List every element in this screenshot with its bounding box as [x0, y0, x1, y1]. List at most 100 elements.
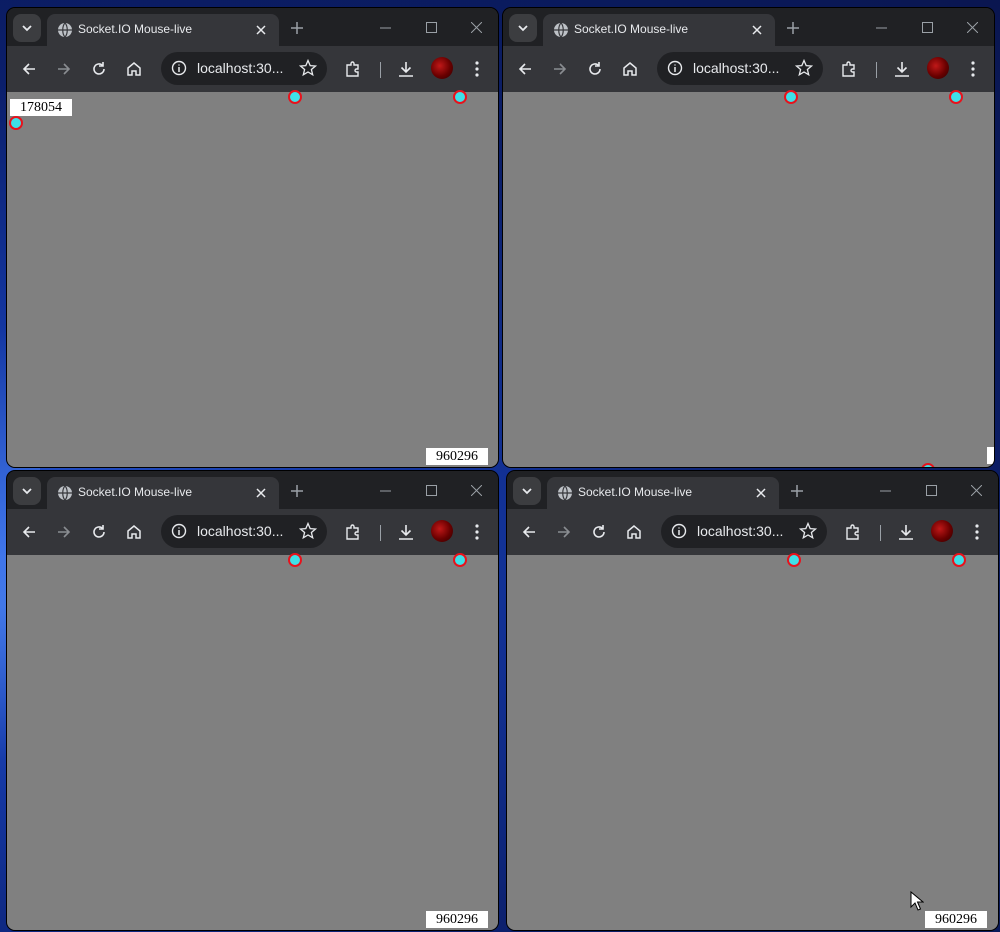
page-canvas[interactable]: 178054 960296 [7, 90, 498, 467]
reload-button[interactable] [584, 58, 606, 80]
address-bar[interactable]: localhost:30... [161, 52, 327, 85]
forward-icon [58, 63, 71, 75]
info-icon[interactable] [171, 60, 187, 76]
back-button[interactable] [514, 58, 536, 80]
close-icon [752, 25, 762, 35]
plus-icon [291, 22, 303, 34]
back-button[interactable] [18, 521, 40, 543]
star-icon[interactable] [299, 522, 317, 540]
info-icon[interactable] [171, 523, 187, 539]
downloads-button[interactable] [895, 521, 917, 543]
browser-toolbar: localhost:30... [507, 509, 998, 555]
address-bar[interactable]: localhost:30... [661, 515, 827, 548]
tab-title: Socket.IO Mouse-live [574, 22, 689, 36]
close-icon [470, 484, 482, 496]
home-button[interactable] [123, 58, 145, 80]
downloads-button[interactable] [891, 58, 913, 80]
profile-avatar[interactable] [927, 57, 949, 79]
browser-tab[interactable]: Socket.IO Mouse-live [547, 477, 779, 509]
new-tab-button[interactable] [783, 18, 803, 38]
close-icon [256, 488, 266, 498]
back-button[interactable] [18, 58, 40, 80]
browser-tab[interactable]: Socket.IO Mouse-live [47, 477, 279, 509]
browser-tab[interactable]: Socket.IO Mouse-live [543, 14, 775, 46]
maximize-button[interactable] [920, 480, 942, 500]
maximize-button[interactable] [420, 480, 442, 500]
tab-search-button[interactable] [513, 477, 541, 505]
browser-menu-button[interactable] [466, 58, 488, 80]
toolbar-divider [876, 62, 877, 78]
reload-button[interactable] [588, 521, 610, 543]
back-icon [522, 526, 535, 538]
home-button[interactable] [623, 521, 645, 543]
info-icon[interactable] [671, 523, 687, 539]
reload-icon [593, 525, 605, 538]
home-button[interactable] [619, 58, 641, 80]
reload-button[interactable] [88, 521, 110, 543]
page-canvas[interactable] [503, 90, 994, 467]
minimize-button[interactable] [874, 480, 896, 500]
profile-avatar[interactable] [431, 57, 453, 79]
profile-avatar[interactable] [931, 520, 953, 542]
browser-tab[interactable]: Socket.IO Mouse-live [47, 14, 279, 46]
address-bar[interactable]: localhost:30... [161, 515, 327, 548]
maximize-icon [925, 484, 937, 496]
chevron-down-icon [22, 25, 32, 32]
minimize-button[interactable] [374, 17, 396, 37]
mouse-cursor-icon [910, 891, 924, 911]
maximize-button[interactable] [420, 17, 442, 37]
minimize-button[interactable] [870, 17, 892, 37]
maximize-button[interactable] [916, 17, 938, 37]
close-tab-button[interactable] [747, 20, 767, 40]
star-icon[interactable] [299, 59, 317, 77]
close-tab-button[interactable] [251, 20, 271, 40]
star-icon[interactable] [795, 59, 813, 77]
home-icon [127, 62, 141, 76]
plus-icon [791, 485, 803, 497]
minimize-button[interactable] [374, 480, 396, 500]
tab-search-button[interactable] [509, 14, 537, 42]
url-text: localhost:30... [197, 523, 284, 539]
close-window-button[interactable] [961, 17, 983, 37]
forward-button[interactable] [549, 58, 571, 80]
downloads-button[interactable] [395, 521, 417, 543]
info-icon[interactable] [667, 60, 683, 76]
close-tab-button[interactable] [251, 483, 271, 503]
page-canvas[interactable]: 960296 [507, 553, 998, 930]
forward-button[interactable] [53, 521, 75, 543]
close-window-button[interactable] [465, 17, 487, 37]
star-icon[interactable] [799, 522, 817, 540]
profile-avatar[interactable] [431, 520, 453, 542]
extensions-button[interactable] [342, 521, 364, 543]
kebab-menu-icon [975, 524, 979, 540]
counter-bottom-right: 960296 [426, 448, 488, 465]
reload-button[interactable] [88, 58, 110, 80]
download-icon [399, 525, 413, 540]
download-icon [899, 525, 913, 540]
close-window-button[interactable] [965, 480, 987, 500]
downloads-button[interactable] [395, 58, 417, 80]
browser-menu-button[interactable] [962, 58, 984, 80]
address-bar[interactable]: localhost:30... [657, 52, 823, 85]
extensions-button[interactable] [842, 521, 864, 543]
toolbar-divider [380, 525, 381, 541]
tab-search-button[interactable] [13, 14, 41, 42]
new-tab-button[interactable] [787, 481, 807, 501]
forward-button[interactable] [53, 58, 75, 80]
close-tab-button[interactable] [751, 483, 771, 503]
new-tab-button[interactable] [287, 18, 307, 38]
browser-menu-button[interactable] [466, 521, 488, 543]
browser-menu-button[interactable] [966, 521, 988, 543]
extensions-button[interactable] [342, 58, 364, 80]
browser-window-top-right: Socket.IO Mouse-live localhost:30... [503, 8, 994, 467]
new-tab-button[interactable] [287, 481, 307, 501]
page-canvas[interactable]: 960296 [7, 553, 498, 930]
back-button[interactable] [518, 521, 540, 543]
remote-cursor-dot [9, 116, 23, 130]
home-button[interactable] [123, 521, 145, 543]
extensions-button[interactable] [838, 58, 860, 80]
tab-search-button[interactable] [13, 477, 41, 505]
close-window-button[interactable] [465, 480, 487, 500]
close-icon [256, 25, 266, 35]
forward-button[interactable] [553, 521, 575, 543]
